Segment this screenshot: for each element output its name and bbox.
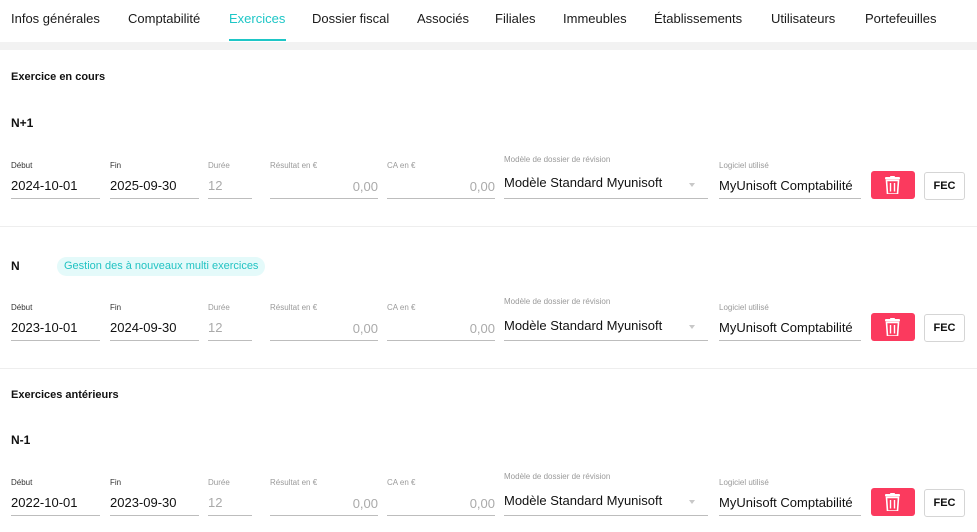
- ca-underline: [387, 198, 495, 199]
- exercise-title: N+1: [11, 116, 34, 130]
- logiciel-underline: [719, 198, 861, 199]
- resultat-label: Résultat en €: [270, 161, 318, 170]
- duree-field: 12: [208, 178, 223, 193]
- fin-underline: [110, 198, 199, 199]
- chevron-down-icon[interactable]: [689, 500, 695, 504]
- fin-label: Fin: [110, 161, 122, 170]
- logiciel-label: Logiciel utilisé: [719, 478, 769, 487]
- logiciel-field[interactable]: MyUnisoft Comptabilité: [719, 495, 853, 510]
- tab-bar: Infos générales Comptabilité Exercices D…: [0, 0, 977, 42]
- ca-label: CA en €: [387, 303, 416, 312]
- section-title-current: Exercice en cours: [11, 71, 106, 83]
- tab-infos-generales[interactable]: Infos générales: [11, 11, 100, 26]
- resultat-label: Résultat en €: [270, 478, 318, 487]
- active-tab-indicator: [229, 39, 286, 41]
- duree-underline: [208, 340, 252, 341]
- debut-label: Début: [11, 161, 33, 170]
- logiciel-field[interactable]: MyUnisoft Comptabilité: [719, 320, 853, 335]
- debut-underline: [11, 340, 100, 341]
- fin-field[interactable]: 2024-09-30: [110, 320, 177, 335]
- resultat-label: Résultat en €: [270, 303, 318, 312]
- tabs-divider: [0, 42, 977, 50]
- resultat-underline: [270, 198, 378, 199]
- fin-underline: [110, 515, 199, 516]
- ca-label: CA en €: [387, 478, 416, 487]
- tab-dossier-fiscal[interactable]: Dossier fiscal: [312, 11, 389, 26]
- ca-field[interactable]: 0,00: [387, 321, 495, 336]
- debut-underline: [11, 515, 100, 516]
- debut-label: Début: [11, 303, 33, 312]
- fin-field[interactable]: 2023-09-30: [110, 495, 177, 510]
- modele-select[interactable]: Modèle Standard Myunisoft: [504, 318, 662, 333]
- exercise-title: N-1: [11, 433, 31, 447]
- tab-portefeuilles[interactable]: Portefeuilles: [865, 11, 937, 26]
- duree-label: Durée: [208, 303, 230, 312]
- section-title-previous: Exercices antérieurs: [11, 389, 119, 401]
- resultat-field[interactable]: 0,00: [270, 496, 378, 511]
- logiciel-underline: [719, 515, 861, 516]
- multi-exercise-badge: Gestion des à nouveaux multi exercices: [57, 257, 266, 276]
- fec-button[interactable]: FEC: [924, 314, 965, 342]
- logiciel-underline: [719, 340, 861, 341]
- ca-underline: [387, 515, 495, 516]
- modele-label: Modèle de dossier de révision: [504, 297, 611, 306]
- tab-filiales[interactable]: Filiales: [495, 11, 535, 26]
- duree-label: Durée: [208, 478, 230, 487]
- debut-underline: [11, 198, 100, 199]
- debut-label: Début: [11, 478, 33, 487]
- trash-icon: [885, 176, 900, 194]
- modele-label: Modèle de dossier de révision: [504, 155, 611, 164]
- modele-select[interactable]: Modèle Standard Myunisoft: [504, 175, 662, 190]
- row-divider: [0, 226, 977, 227]
- fin-label: Fin: [110, 478, 122, 487]
- trash-icon: [885, 493, 900, 511]
- resultat-field[interactable]: 0,00: [270, 321, 378, 336]
- debut-field[interactable]: 2023-10-01: [11, 320, 78, 335]
- fec-button[interactable]: FEC: [924, 489, 965, 517]
- tab-etablissements[interactable]: Établissements: [654, 11, 742, 26]
- duree-field: 12: [208, 495, 223, 510]
- modele-label: Modèle de dossier de révision: [504, 472, 611, 481]
- tab-exercices[interactable]: Exercices: [229, 11, 285, 26]
- delete-button[interactable]: [871, 488, 915, 516]
- ca-underline: [387, 340, 495, 341]
- delete-button[interactable]: [871, 313, 915, 341]
- modele-underline: [504, 340, 708, 341]
- logiciel-label: Logiciel utilisé: [719, 161, 769, 170]
- tab-comptabilite[interactable]: Comptabilité: [128, 11, 200, 26]
- modele-select[interactable]: Modèle Standard Myunisoft: [504, 493, 662, 508]
- duree-underline: [208, 515, 252, 516]
- fin-field[interactable]: 2025-09-30: [110, 178, 177, 193]
- fec-button[interactable]: FEC: [924, 172, 965, 200]
- tab-utilisateurs[interactable]: Utilisateurs: [771, 11, 835, 26]
- duree-label: Durée: [208, 161, 230, 170]
- ca-field[interactable]: 0,00: [387, 496, 495, 511]
- fin-label: Fin: [110, 303, 122, 312]
- resultat-underline: [270, 340, 378, 341]
- duree-field: 12: [208, 320, 223, 335]
- chevron-down-icon[interactable]: [689, 183, 695, 187]
- modele-underline: [504, 515, 708, 516]
- resultat-underline: [270, 515, 378, 516]
- fin-underline: [110, 340, 199, 341]
- duree-underline: [208, 198, 252, 199]
- trash-icon: [885, 318, 900, 336]
- delete-button[interactable]: [871, 171, 915, 199]
- logiciel-label: Logiciel utilisé: [719, 303, 769, 312]
- resultat-field[interactable]: 0,00: [270, 179, 378, 194]
- exercise-title: N: [11, 259, 20, 273]
- row-divider: [0, 368, 977, 369]
- chevron-down-icon[interactable]: [689, 325, 695, 329]
- debut-field[interactable]: 2022-10-01: [11, 495, 78, 510]
- tab-immeubles[interactable]: Immeubles: [563, 11, 627, 26]
- ca-field[interactable]: 0,00: [387, 179, 495, 194]
- ca-label: CA en €: [387, 161, 416, 170]
- modele-underline: [504, 198, 708, 199]
- logiciel-field[interactable]: MyUnisoft Comptabilité: [719, 178, 853, 193]
- tab-associes[interactable]: Associés: [417, 11, 469, 26]
- debut-field[interactable]: 2024-10-01: [11, 178, 78, 193]
